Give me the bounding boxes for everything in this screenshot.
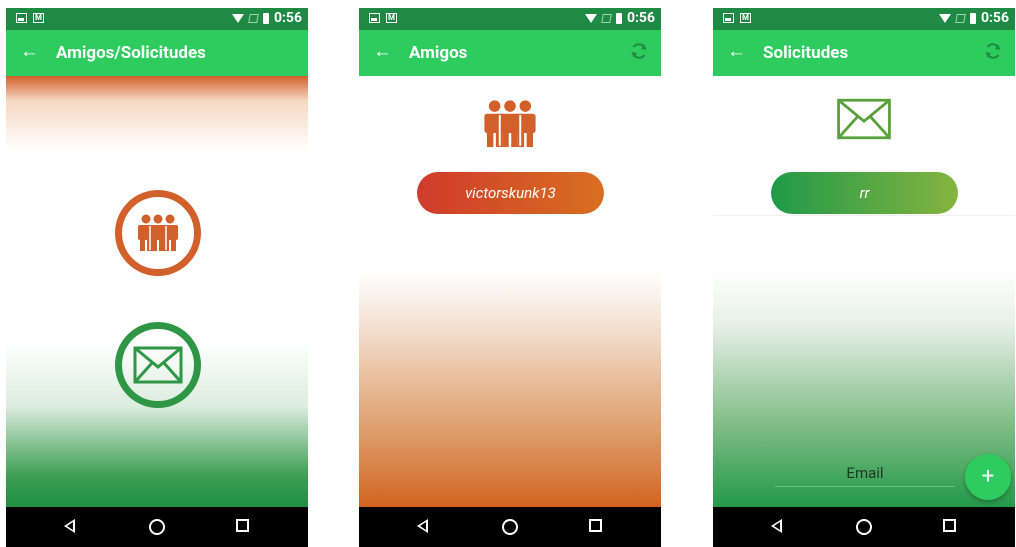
image-notification-icon: [369, 13, 380, 23]
status-time: 0:56: [980, 10, 1009, 26]
no-signal-icon: [955, 13, 966, 23]
add-request-button[interactable]: +: [965, 454, 1011, 500]
app-bar: ← Amigos/Solicitudes: [6, 30, 308, 76]
gmail-notification-icon: M: [740, 13, 751, 23]
gmail-notification-icon: M: [386, 13, 397, 23]
wifi-icon: [231, 13, 244, 23]
refresh-icon[interactable]: [629, 41, 649, 61]
arrow-left-icon[interactable]: ←: [727, 39, 746, 63]
status-bar: M 0:56: [6, 8, 308, 30]
group-people-icon: [138, 214, 178, 251]
gmail-notification-icon: M: [33, 13, 44, 23]
app-bar: ← Solicitudes: [713, 30, 1015, 76]
request-list-item[interactable]: rr: [771, 172, 958, 214]
status-bar: M 0:56: [359, 8, 661, 30]
envelope-icon: [133, 346, 183, 384]
list-divider: [713, 215, 1015, 216]
system-nav-bar: [6, 507, 308, 547]
back-triangle-icon[interactable]: [771, 519, 782, 533]
home-circle-icon[interactable]: [856, 519, 872, 535]
page-title: Solicitudes: [763, 43, 849, 63]
screen-amigos-solicitudes: M 0:56 ← Amigos/Solicitudes: [6, 8, 308, 547]
recents-square-icon[interactable]: [589, 519, 602, 532]
email-placeholder: Email: [846, 464, 884, 482]
battery-icon: [262, 12, 269, 24]
recents-square-icon[interactable]: [943, 519, 956, 532]
screen-solicitudes: M 0:56 ← Solicitudes rr Email +: [713, 8, 1015, 547]
email-field[interactable]: Email: [775, 464, 955, 487]
back-triangle-icon[interactable]: [417, 519, 428, 533]
page-title: Amigos: [409, 43, 468, 63]
no-signal-icon: [248, 13, 259, 23]
home-circle-icon[interactable]: [149, 519, 165, 535]
system-nav-bar: [713, 507, 1015, 547]
requests-list-content: rr Email +: [713, 76, 1015, 507]
wifi-icon: [938, 13, 951, 23]
recents-square-icon[interactable]: [236, 519, 249, 532]
no-signal-icon: [601, 13, 612, 23]
status-time: 0:56: [626, 10, 655, 26]
friend-list-item[interactable]: victorskunk13: [417, 172, 604, 214]
image-notification-icon: [723, 13, 734, 23]
group-people-icon: [484, 100, 536, 148]
envelope-icon: [837, 98, 891, 140]
requests-button[interactable]: [115, 322, 201, 408]
screen-amigos: M 0:56 ← Amigos victorskunk13: [359, 8, 661, 547]
battery-icon: [969, 12, 976, 24]
refresh-icon[interactable]: [983, 41, 1003, 61]
arrow-left-icon[interactable]: ←: [373, 39, 392, 63]
system-nav-bar: [359, 507, 661, 547]
friends-list-content: victorskunk13: [359, 76, 661, 507]
status-time: 0:56: [273, 10, 302, 26]
app-bar: ← Amigos: [359, 30, 661, 76]
home-circle-icon[interactable]: [502, 519, 518, 535]
back-triangle-icon[interactable]: [64, 519, 75, 533]
friends-button[interactable]: [115, 190, 201, 276]
wifi-icon: [584, 13, 597, 23]
arrow-left-icon[interactable]: ←: [20, 39, 39, 63]
image-notification-icon: [16, 13, 27, 23]
battery-icon: [615, 12, 622, 24]
status-bar: M 0:56: [713, 8, 1015, 30]
menu-content: [6, 76, 308, 507]
page-title: Amigos/Solicitudes: [56, 43, 206, 63]
